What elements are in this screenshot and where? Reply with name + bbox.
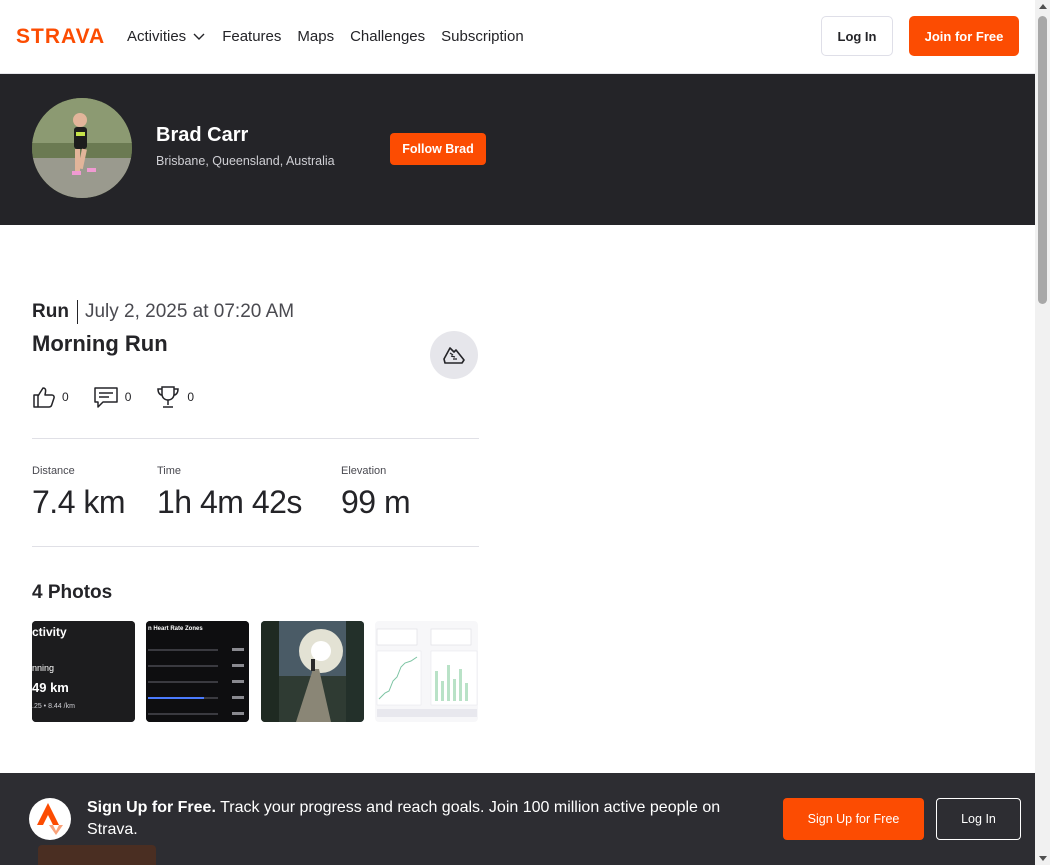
photo-caption-value: 49 km	[32, 680, 69, 695]
photo-caption-mid: nning	[32, 663, 54, 673]
photo-strip: ctivity nning 49 km .25 • 8.44 /km n Hea…	[32, 621, 479, 723]
social-actions: 0 0 0	[32, 384, 194, 410]
signup-headline: Sign Up for Free.	[87, 799, 216, 816]
join-button[interactable]: Join for Free	[909, 16, 1019, 56]
photo-trail	[261, 621, 364, 722]
stat-elevation-label: Elevation	[341, 465, 387, 477]
main-nav: Activities Features Maps Challenges Subs…	[127, 24, 524, 48]
divider	[32, 438, 479, 439]
avatar[interactable]	[32, 98, 132, 198]
strava-app-icon	[29, 798, 71, 840]
kudos-button[interactable]: 0	[32, 385, 69, 409]
activity-type: Run	[32, 300, 78, 324]
chevron-down-icon	[193, 33, 205, 40]
login-button[interactable]: Log In	[821, 16, 893, 56]
photo-caption-top: ctivity	[32, 625, 67, 639]
nav-maps[interactable]: Maps	[297, 24, 334, 48]
scroll-down-arrow-icon[interactable]	[1039, 856, 1047, 861]
signup-banner: Sign Up for Free. Track your progress an…	[0, 773, 1035, 865]
photo-thumbnail[interactable]: n Heart Rate Zones	[146, 621, 249, 722]
stat-time-value: 1h 4m 42s	[157, 484, 302, 520]
follow-button[interactable]: Follow Brad	[390, 133, 486, 165]
nav-features-label: Features	[222, 27, 282, 45]
nav-challenges-label: Challenges	[350, 27, 426, 45]
photo-thumbnail[interactable]	[375, 621, 478, 722]
athlete-header: Brad Carr Brisbane, Queensland, Australi…	[0, 74, 1035, 225]
nav-features[interactable]: Features	[222, 24, 281, 48]
photos-title: 4 Photos	[32, 582, 113, 603]
nav-maps-label: Maps	[297, 27, 335, 45]
stat-elevation: Elevation 99 m	[341, 465, 411, 521]
nav-subscription[interactable]: Subscription	[441, 24, 524, 48]
strava-logo[interactable]: STRAVA	[16, 26, 112, 46]
stat-distance: Distance 7.4 km	[32, 465, 126, 521]
photo-caption-sub: .25 • 8.44 /km	[32, 703, 75, 710]
photo-thumbnail[interactable]	[261, 621, 364, 722]
photo-thumbnail[interactable]: ctivity nning 49 km .25 • 8.44 /km	[32, 621, 135, 722]
nav-activities[interactable]: Activities	[127, 24, 206, 48]
divider	[32, 546, 479, 547]
signup-button[interactable]: Sign Up for Free	[783, 798, 924, 840]
stat-time: Time 1h 4m 42s	[157, 465, 302, 521]
activity-header: Run July 2, 2025 at 07:20 AM	[32, 300, 294, 324]
comments-count: 0	[124, 390, 132, 404]
comments-button[interactable]: 0	[93, 385, 132, 409]
nav-challenges[interactable]: Challenges	[350, 24, 425, 48]
athlete-name[interactable]: Brad Carr	[156, 124, 248, 147]
stat-distance-label: Distance	[32, 465, 75, 477]
nav-subscription-label: Subscription	[441, 27, 524, 45]
stat-elevation-value: 99 m	[341, 484, 411, 520]
run-shoe-icon	[430, 331, 478, 379]
photo-charts	[375, 621, 478, 722]
achievements-button[interactable]: 0	[155, 384, 194, 410]
kudos-count: 0	[62, 390, 69, 404]
avatar-photo	[32, 98, 132, 198]
activity-date: July 2, 2025 at 07:20 AM	[84, 301, 295, 322]
comment-icon	[93, 387, 118, 408]
signup-message: Sign Up for Free. Track your progress an…	[87, 797, 757, 841]
hidden-content-edge	[38, 845, 156, 865]
top-nav: STRAVA Activities Features Maps Challeng…	[0, 0, 1035, 74]
athlete-location: Brisbane, Queensland, Australia	[156, 154, 335, 168]
page-scrollbar[interactable]	[1035, 0, 1050, 865]
achievements-count: 0	[187, 390, 195, 404]
brand-text: STRAVA	[16, 26, 105, 46]
scroll-up-arrow-icon[interactable]	[1039, 4, 1047, 9]
nav-activities-label: Activities	[127, 27, 187, 45]
scroll-thumb[interactable]	[1038, 16, 1047, 304]
thumbs-up-icon	[33, 387, 55, 408]
stat-distance-value: 7.4 km	[32, 484, 126, 520]
photo-heart-rate-zones: n Heart Rate Zones	[146, 621, 249, 722]
photo-caption-top: n Heart Rate Zones	[148, 626, 203, 632]
trophy-icon	[157, 386, 180, 408]
activity-title: Morning Run	[32, 331, 168, 356]
stat-time-label: Time	[157, 465, 182, 477]
banner-login-button[interactable]: Log In	[936, 798, 1021, 840]
photo-activity-summary: ctivity nning 49 km .25 • 8.44 /km	[32, 621, 135, 722]
